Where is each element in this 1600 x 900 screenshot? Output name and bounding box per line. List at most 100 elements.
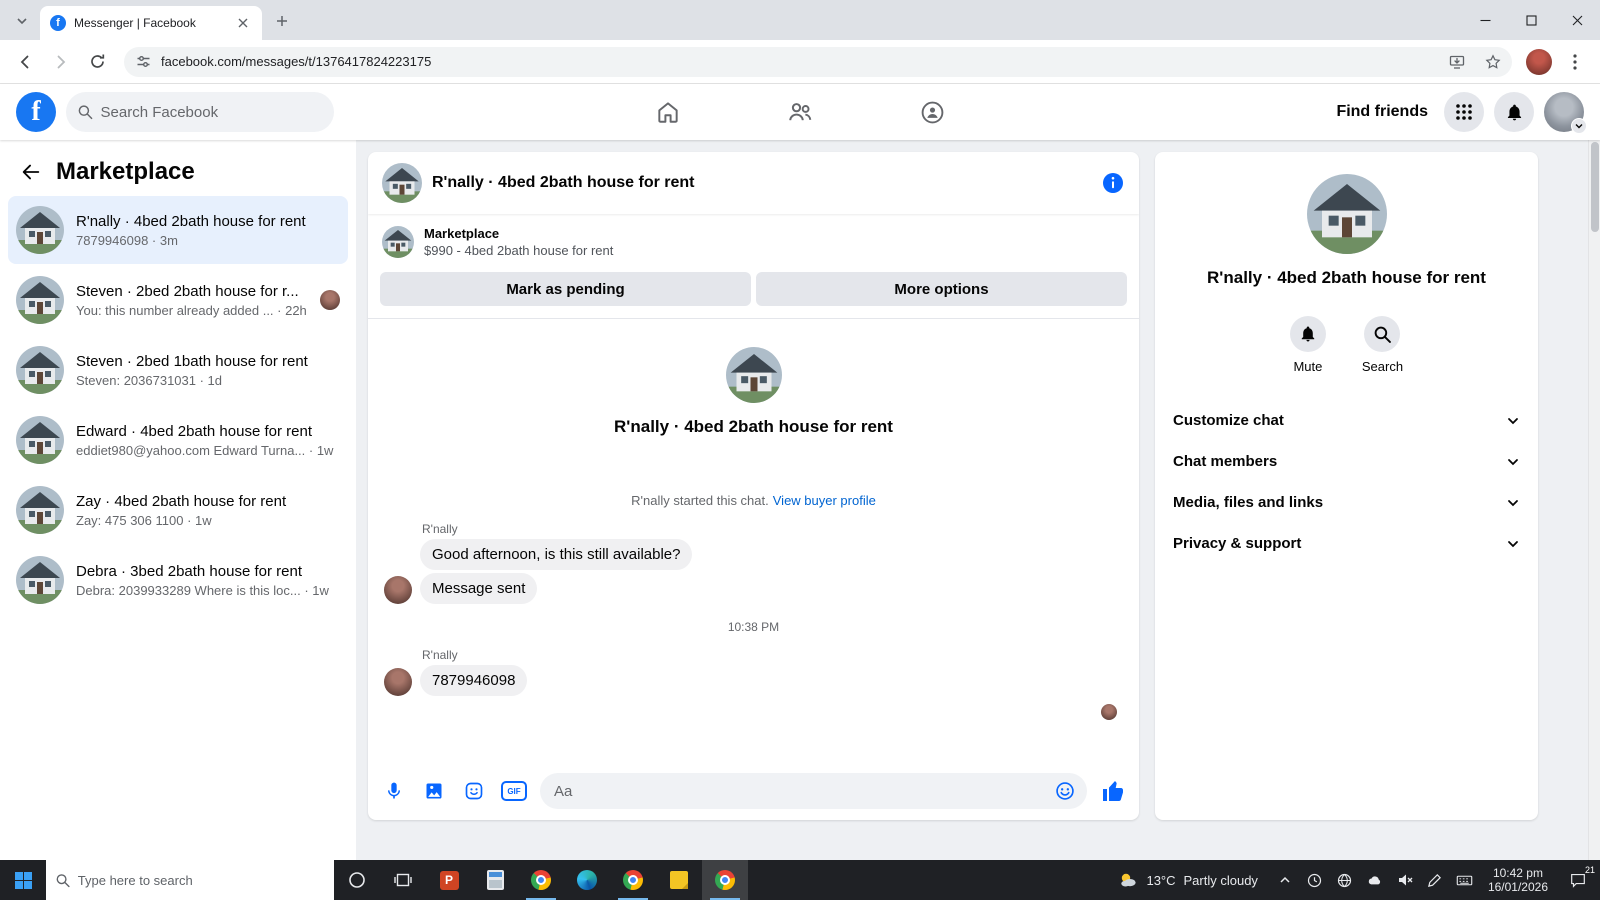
- groups-tab[interactable]: [908, 88, 956, 136]
- chat-members-section[interactable]: Chat members: [1155, 441, 1538, 482]
- conversation-list-item[interactable]: Debra · 3bed 2bath house for rent Debra:…: [8, 546, 348, 614]
- message-bubble[interactable]: Good afternoon, is this still available?: [420, 539, 693, 570]
- weather-temp: 13°C: [1146, 872, 1176, 888]
- emoji-icon: [1056, 782, 1074, 800]
- forward-button[interactable]: [44, 45, 78, 79]
- conversation-list-item[interactable]: Zay · 4bed 2bath house for rent Zay: 475…: [8, 476, 348, 544]
- touch-keyboard-tray-icon-button[interactable]: [1450, 860, 1480, 900]
- microphone-icon: [388, 782, 400, 799]
- back-button-marketplace[interactable]: [20, 161, 42, 183]
- profile-avatar[interactable]: [1544, 92, 1587, 134]
- sticky-notes-taskbar-icon[interactable]: [656, 860, 702, 900]
- task-view-button[interactable]: [380, 860, 426, 900]
- bookmark-button[interactable]: [1480, 49, 1506, 75]
- install-app-button[interactable]: [1444, 49, 1470, 75]
- home-tab[interactable]: [644, 88, 692, 136]
- weather-condition: Partly cloudy: [1183, 872, 1258, 888]
- calculator-icon: [486, 870, 504, 890]
- close-window-button[interactable]: [1554, 0, 1600, 40]
- address-bar[interactable]: facebook.com/messages/t/1376417824223175: [124, 46, 1512, 77]
- action-center-button[interactable]: 21: [1556, 860, 1600, 900]
- voice-clip-button[interactable]: [380, 777, 408, 805]
- edge-taskbar-icon[interactable]: [564, 860, 610, 900]
- home-icon: [658, 102, 678, 123]
- message-bubble[interactable]: Message sent: [420, 573, 538, 604]
- facebook-search[interactable]: [66, 92, 334, 132]
- taskbar-search-input[interactable]: [77, 872, 324, 888]
- hidden-icons-button[interactable]: [1270, 860, 1300, 900]
- start-button[interactable]: [0, 860, 46, 900]
- message-bubble[interactable]: 7879946098: [420, 665, 528, 696]
- conversation-list-item[interactable]: R'nally · 4bed 2bath house for rent 7879…: [8, 196, 348, 264]
- chat-header: R'nally · 4bed 2bath house for rent: [368, 152, 1139, 214]
- listing-thumbnail: [382, 226, 414, 258]
- browser-tab[interactable]: f Messenger | Facebook: [40, 6, 262, 40]
- seen-avatar: [1101, 704, 1117, 720]
- gif-button[interactable]: GIF: [500, 777, 528, 805]
- scrollbar-thumb[interactable]: [1591, 142, 1599, 232]
- volume-tray-icon-button[interactable]: [1390, 860, 1420, 900]
- mark-as-pending-button[interactable]: Mark as pending: [380, 272, 751, 306]
- message-input-field[interactable]: [540, 773, 1087, 809]
- tab-list-button[interactable]: [8, 7, 36, 35]
- back-button[interactable]: [8, 45, 42, 79]
- sticky-notes-icon: [670, 871, 688, 889]
- taskbar-search[interactable]: [46, 860, 334, 900]
- facebook-logo[interactable]: f: [16, 92, 56, 132]
- notifications-button[interactable]: [1494, 92, 1534, 132]
- weather-widget[interactable]: 13°C Partly cloudy: [1106, 860, 1269, 900]
- attach-photo-button[interactable]: [420, 777, 448, 805]
- clock-tray-icon-button[interactable]: [1300, 860, 1330, 900]
- more-options-button[interactable]: More options: [756, 272, 1127, 306]
- chevron-down-icon: [1575, 124, 1583, 129]
- site-info-icon: [137, 56, 150, 67]
- apps-menu-button[interactable]: [1444, 92, 1484, 132]
- reload-icon: [90, 54, 104, 68]
- mute-button[interactable]: Mute: [1289, 316, 1326, 374]
- pen-tray-icon-button[interactable]: [1420, 860, 1450, 900]
- marketplace-actions: Mark as pending More options: [368, 264, 1139, 319]
- cortana-button[interactable]: [334, 860, 380, 900]
- browser-menu-button[interactable]: [1558, 45, 1592, 79]
- chrome-taskbar-icon[interactable]: [518, 860, 564, 900]
- like-button[interactable]: [1099, 777, 1127, 805]
- calculator-taskbar-icon[interactable]: [472, 860, 518, 900]
- conversation-list-item[interactable]: Steven · 2bed 2bath house for r... You: …: [8, 266, 348, 334]
- section-label: Media, files and links: [1173, 494, 1324, 511]
- search-in-conversation-button[interactable]: Search: [1362, 316, 1403, 374]
- page-scrollbar[interactable]: [1588, 84, 1600, 860]
- cortana-icon: [349, 872, 365, 888]
- section-label: Chat members: [1173, 453, 1278, 470]
- media-files-links-section[interactable]: Media, files and links: [1155, 482, 1538, 523]
- sticker-button[interactable]: [460, 777, 488, 805]
- network-tray-icon-button[interactable]: [1330, 860, 1360, 900]
- facebook-search-input[interactable]: [100, 103, 322, 121]
- chrome-profile2-taskbar-icon[interactable]: [610, 860, 656, 900]
- browser-profile-avatar[interactable]: [1526, 48, 1552, 75]
- privacy-support-section[interactable]: Privacy & support: [1155, 523, 1538, 564]
- customize-chat-section[interactable]: Customize chat: [1155, 400, 1538, 441]
- friends-tab[interactable]: [776, 88, 824, 136]
- view-buyer-profile-link[interactable]: View buyer profile: [773, 493, 876, 508]
- powerpoint-taskbar-icon[interactable]: P: [426, 860, 472, 900]
- apps-grid-icon: [1456, 104, 1472, 120]
- screen: f Messenger | Facebook facebook.com/mess…: [0, 0, 1600, 900]
- chrome-active-taskbar-icon[interactable]: [702, 860, 748, 900]
- message-input[interactable]: [554, 782, 1051, 800]
- emoji-button[interactable]: [1051, 777, 1079, 805]
- maximize-button[interactable]: [1508, 0, 1554, 40]
- conversation-list-item[interactable]: Steven · 2bed 1bath house for rent Steve…: [8, 336, 348, 404]
- find-friends-link[interactable]: Find friends: [1336, 103, 1428, 121]
- onedrive-tray-icon-button[interactable]: [1360, 860, 1390, 900]
- conversation-list-item[interactable]: Edward · 4bed 2bath house for rent eddie…: [8, 406, 348, 474]
- back-arrow-icon: [20, 55, 29, 68]
- details-sections: Customize chat Chat members Media, files…: [1155, 400, 1538, 564]
- taskbar-clock[interactable]: 10:42 pm 16/01/2026: [1480, 860, 1556, 900]
- new-tab-button[interactable]: [268, 7, 296, 35]
- conversation-info-button[interactable]: [1101, 171, 1125, 195]
- minimize-button[interactable]: [1462, 0, 1508, 40]
- reload-button[interactable]: [80, 45, 114, 79]
- chevron-down-icon: [1508, 458, 1518, 465]
- mute-label: Mute: [1293, 359, 1323, 374]
- tab-close-button[interactable]: [234, 14, 252, 32]
